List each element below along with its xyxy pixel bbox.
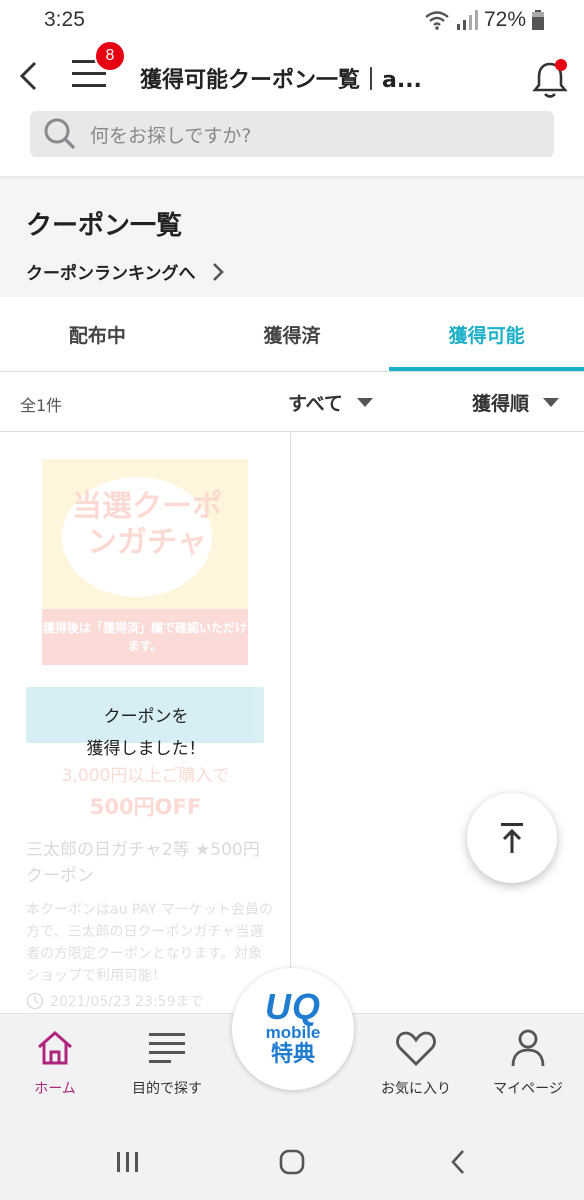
recent-apps-icon xyxy=(117,1152,138,1172)
battery-level: 72% xyxy=(483,8,526,31)
uq-benefit-label: 特典 xyxy=(270,1042,315,1067)
tab-available[interactable]: 獲得可能 xyxy=(389,297,584,371)
toast-line-1: クーポンを xyxy=(103,707,189,727)
coupon-image-note: 獲得後は「獲得済」欄で確認いただけます。 xyxy=(42,609,248,665)
person-icon xyxy=(510,1026,546,1070)
nav-browse[interactable]: 目的で探す xyxy=(112,1014,222,1124)
arrow-to-top-icon xyxy=(501,823,523,853)
nav-mypage[interactable]: マイページ xyxy=(473,1014,583,1124)
coupon-list-heading: クーポン一覧 xyxy=(26,211,183,241)
notification-button[interactable] xyxy=(530,56,574,100)
system-back-icon xyxy=(451,1150,464,1174)
coupon-card[interactable]: 当選クーポンガチャ 獲得後は「獲得済」欄で確認いただけます。 3,000円以上ご… xyxy=(0,433,291,1013)
home-system-button[interactable] xyxy=(272,1147,312,1177)
wifi-icon xyxy=(425,11,449,30)
scroll-to-top-button[interactable] xyxy=(467,793,557,883)
home-circle-icon xyxy=(279,1149,305,1175)
clock-icon xyxy=(26,992,44,1010)
sort-dropdown[interactable]: 獲得順 xyxy=(472,389,560,416)
status-icons: 72% xyxy=(424,8,544,32)
signal-icon xyxy=(456,10,478,30)
acquired-toast: クーポンを 獲得しました！ xyxy=(40,701,252,765)
coupon-image: 当選クーポンガチャ 獲得後は「獲得済」欄で確認いただけます。 xyxy=(42,459,248,665)
search-input[interactable]: 何をお探しですか? xyxy=(90,121,252,148)
app-bar: 8 獲得可能クーポン一覧｜a... xyxy=(0,40,584,112)
coupon-grid: 当選クーポンガチャ 獲得後は「獲得済」欄で確認いただけます。 3,000円以上ご… xyxy=(0,433,584,1013)
menu-notification-badge: 8 xyxy=(94,40,126,72)
system-back-button[interactable] xyxy=(438,1147,478,1177)
nav-favorites[interactable]: お気に入り xyxy=(361,1014,471,1124)
battery-icon xyxy=(532,10,544,30)
coupon-discount: 500円OFF xyxy=(89,795,202,819)
bell-icon xyxy=(532,59,568,98)
coupon-due-date: 2021/05/23 23:59まで xyxy=(50,994,204,1010)
search-bar[interactable]: 何をお探しですか? xyxy=(30,111,554,157)
back-button[interactable] xyxy=(10,56,46,96)
status-bar: 3:25 72% xyxy=(0,0,584,40)
filter-bar: 全1件 すべて 獲得順 xyxy=(0,372,584,432)
chevron-right-icon xyxy=(212,262,224,281)
tab-acquired[interactable]: 獲得済 xyxy=(195,297,390,371)
coupon-due: 2021/05/23 23:59まで xyxy=(26,991,204,1011)
coupon-description: 本クーポンはau PAY マーケット会員の方で、三太郎の日クーポンガチャ当選者の… xyxy=(26,902,273,984)
back-arrow-icon xyxy=(19,61,37,91)
coupon-ranking-link[interactable]: クーポンランキングへ xyxy=(26,259,224,284)
nav-mypage-label: マイページ xyxy=(493,1081,563,1097)
caret-down-icon xyxy=(543,398,560,407)
search-icon xyxy=(30,117,90,151)
nav-home[interactable]: ホーム xyxy=(0,1014,110,1124)
system-navigation-bar xyxy=(0,1123,584,1200)
category-dropdown[interactable]: すべて xyxy=(288,389,373,416)
uq-logo: UQ xyxy=(265,986,321,1027)
coupon-list-header: クーポン一覧 クーポンランキングへ xyxy=(0,179,584,297)
tab-distributing[interactable]: 配布中 xyxy=(0,297,195,371)
coupon-image-title: 当選クーポンガチャ xyxy=(72,489,222,560)
status-time: 3:25 xyxy=(44,8,85,31)
toast-line-2: 獲得しました！ xyxy=(86,739,206,759)
recent-apps-button[interactable] xyxy=(108,1147,148,1177)
home-icon xyxy=(35,1026,75,1070)
coupon-ranking-label: クーポンランキングへ xyxy=(26,264,196,284)
uq-mobile-text: mobile xyxy=(265,1023,321,1042)
result-count: 全1件 xyxy=(20,396,63,415)
caret-down-icon xyxy=(356,398,373,407)
heart-icon xyxy=(395,1026,437,1070)
page-title: 獲得可能クーポン一覧｜a... xyxy=(140,68,422,93)
coupon-name: 三太郎の日ガチャ2等 ★500円クーポン xyxy=(26,840,260,886)
sort-dropdown-label: 獲得順 xyxy=(472,393,530,415)
coupon-tabs: 配布中 獲得済 獲得可能 xyxy=(0,297,584,371)
nav-browse-label: 目的で探す xyxy=(132,1081,202,1097)
nav-favorites-label: お気に入り xyxy=(381,1081,451,1097)
uq-mobile-benefit-button[interactable]: UQ mobile 特典 xyxy=(232,968,354,1090)
nav-home-label: ホーム xyxy=(34,1081,76,1097)
list-icon xyxy=(147,1026,187,1070)
category-dropdown-label: すべて xyxy=(288,393,343,415)
